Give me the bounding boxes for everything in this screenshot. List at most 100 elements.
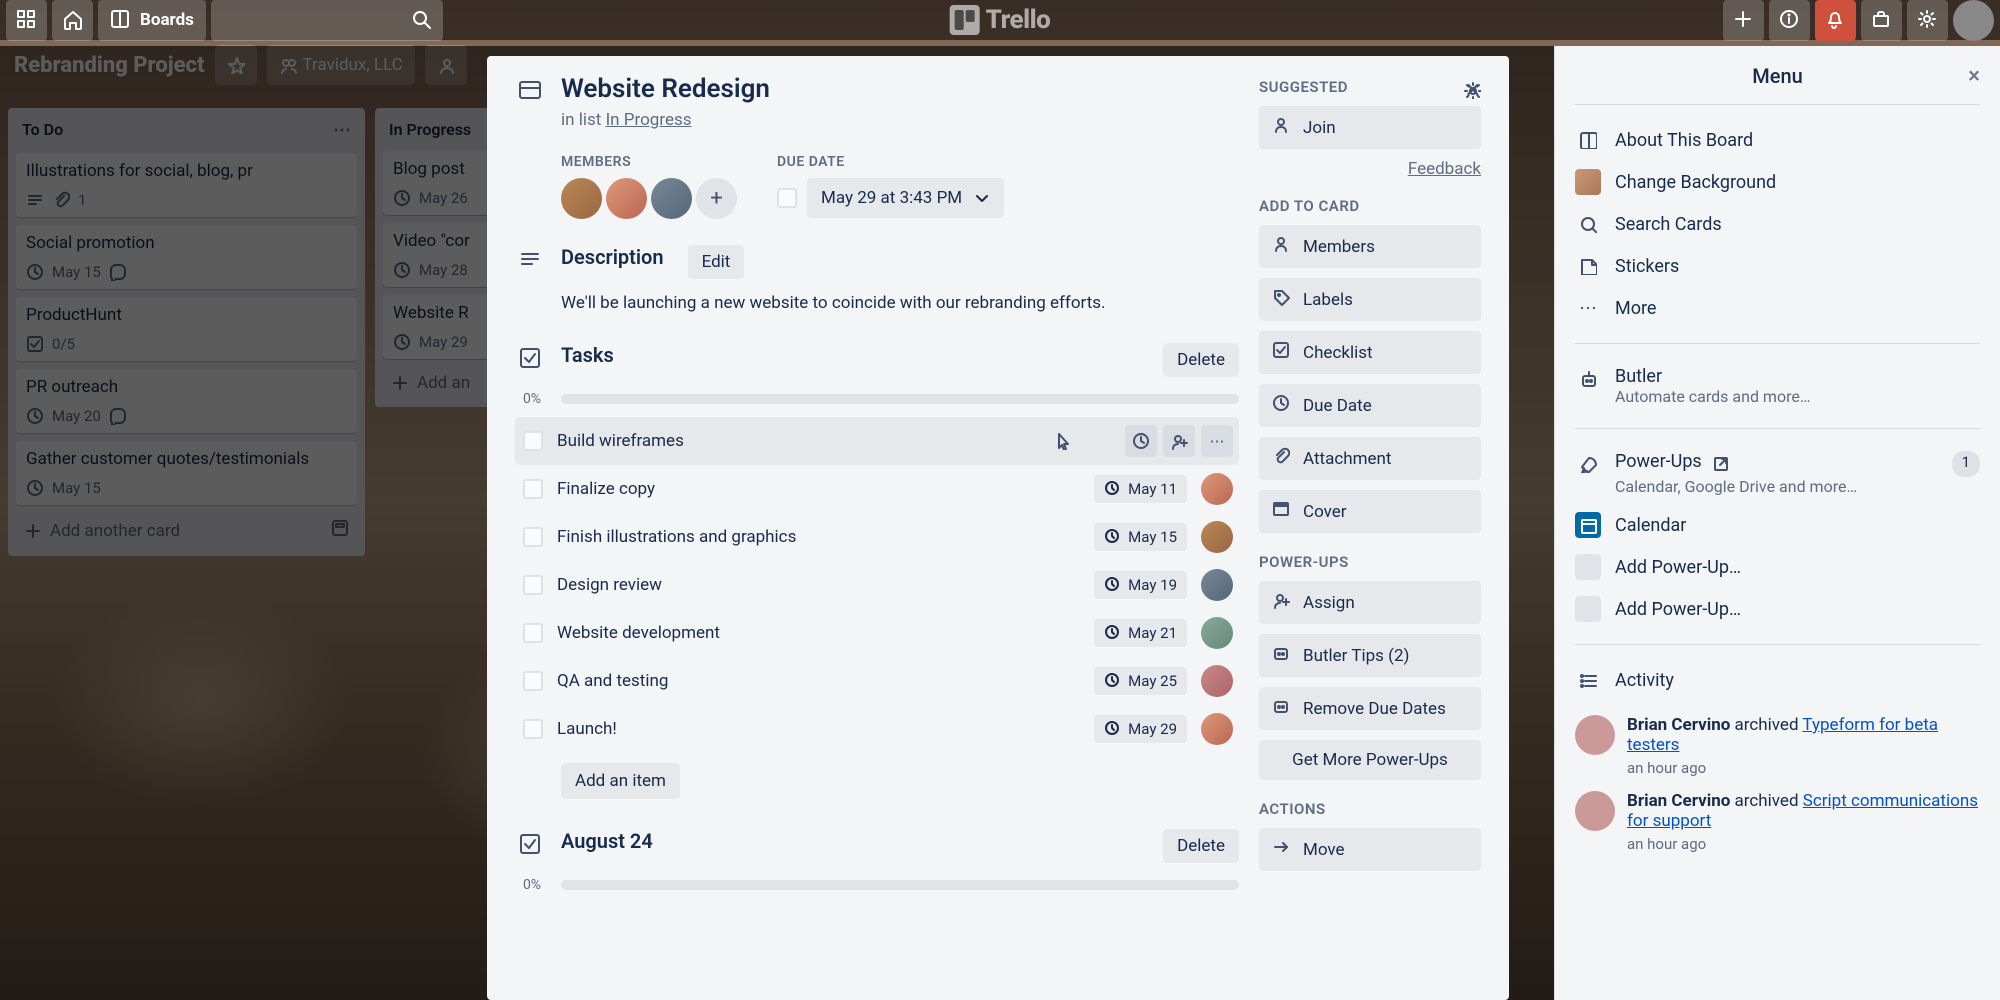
user-icon: [1271, 235, 1291, 258]
feedback-link[interactable]: Feedback: [1259, 159, 1481, 179]
gear-icon: [1917, 9, 1939, 31]
member-avatar[interactable]: [561, 178, 602, 219]
menu-calendar[interactable]: Calendar: [1575, 504, 1980, 546]
add-item-button[interactable]: Add an item: [561, 763, 680, 799]
settings-button[interactable]: [1907, 0, 1948, 41]
list-link[interactable]: In Progress: [606, 110, 692, 130]
delete-checklist-button[interactable]: Delete: [1163, 829, 1239, 863]
move-button[interactable]: Move: [1259, 828, 1481, 871]
menu-about[interactable]: About This Board: [1575, 119, 1980, 161]
add-powerup-icon: [1575, 596, 1601, 622]
checklist-item[interactable]: QA and testingMay 25: [515, 657, 1239, 705]
task-checkbox[interactable]: [523, 671, 543, 691]
task-date[interactable]: May 25: [1094, 667, 1187, 695]
task-menu-button[interactable]: ⋯: [1201, 425, 1233, 457]
menu-close-button[interactable]: ×: [1968, 64, 1980, 89]
search-icon: [1575, 211, 1601, 237]
info-button[interactable]: [1769, 0, 1810, 41]
task-checkbox[interactable]: [523, 479, 543, 499]
briefcase-icon: [1871, 9, 1893, 31]
butler-button[interactable]: [1861, 0, 1902, 41]
task-checkbox[interactable]: [523, 431, 543, 451]
menu-panel: Menu× About This Board Change Background…: [1554, 46, 2000, 1000]
get-more-powerups-button[interactable]: Get More Power-Ups: [1259, 740, 1481, 780]
description-text[interactable]: We'll be launching a new website to coin…: [561, 293, 1239, 313]
add-member-button[interactable]: +: [696, 178, 737, 219]
members-button[interactable]: Members: [1259, 225, 1481, 268]
menu-powerups[interactable]: Power-Ups1Calendar, Google Drive and mor…: [1575, 443, 1980, 504]
clock-icon: [1271, 394, 1291, 417]
labels-button[interactable]: Labels: [1259, 278, 1481, 321]
info-icon: [1779, 9, 1801, 31]
task-date[interactable]: May 29: [1094, 715, 1187, 743]
task-avatar[interactable]: [1201, 569, 1233, 601]
due-checkbox[interactable]: [777, 188, 797, 208]
checklist-item[interactable]: Finalize copyMay 11: [515, 465, 1239, 513]
progress-bar: [561, 394, 1239, 404]
card-list-location: in list In Progress: [561, 110, 1239, 130]
checklist-item[interactable]: Finish illustrations and graphicsMay 15: [515, 513, 1239, 561]
create-button[interactable]: [1723, 0, 1764, 41]
checklist-item[interactable]: Website developmentMay 21: [515, 609, 1239, 657]
due-date-button[interactable]: May 29 at 3:43 PM: [807, 178, 1004, 218]
menu-search[interactable]: Search Cards: [1575, 203, 1980, 245]
checklist-title[interactable]: Tasks: [561, 343, 614, 367]
task-avatar[interactable]: [1201, 473, 1233, 505]
checklist-item[interactable]: Launch!May 29: [515, 705, 1239, 753]
task-date[interactable]: May 15: [1094, 523, 1187, 551]
menu-more[interactable]: ⋯More: [1575, 287, 1980, 329]
notifications-button[interactable]: [1815, 0, 1856, 41]
task-date[interactable]: May 11: [1094, 475, 1187, 503]
task-avatar[interactable]: [1201, 521, 1233, 553]
bg-thumb: [1575, 169, 1601, 195]
assign-button[interactable]: Assign: [1259, 581, 1481, 624]
apps-button[interactable]: [6, 0, 47, 41]
menu-change-bg[interactable]: Change Background: [1575, 161, 1980, 203]
rocket-icon: [1575, 451, 1601, 477]
menu-activity[interactable]: Activity: [1575, 659, 1980, 701]
checklist-title[interactable]: August 24: [561, 829, 653, 853]
task-avatar[interactable]: [1201, 665, 1233, 697]
join-button[interactable]: Join: [1259, 106, 1481, 149]
task-avatar[interactable]: [1201, 713, 1233, 745]
menu-stickers[interactable]: Stickers: [1575, 245, 1980, 287]
task-assign-button[interactable]: [1163, 425, 1195, 457]
checklist-button[interactable]: Checklist: [1259, 331, 1481, 374]
checklist-item[interactable]: Design reviewMay 19: [515, 561, 1239, 609]
edit-desc-button[interactable]: Edit: [688, 245, 745, 279]
task-checkbox[interactable]: [523, 575, 543, 595]
task-checkbox[interactable]: [523, 623, 543, 643]
member-avatar[interactable]: [651, 178, 692, 219]
butler-tips-button[interactable]: Butler Tips (2): [1259, 634, 1481, 677]
home-icon: [62, 9, 84, 31]
task-checkbox[interactable]: [523, 719, 543, 739]
task-due-button[interactable]: [1125, 425, 1157, 457]
search-icon: [411, 9, 433, 31]
powerup-count: 1: [1952, 451, 1980, 477]
menu-add-powerup[interactable]: Add Power-Up…: [1575, 588, 1980, 630]
due-date-button[interactable]: Due Date: [1259, 384, 1481, 427]
boards-button[interactable]: Boards: [98, 0, 206, 41]
member-avatar[interactable]: [606, 178, 647, 219]
add-to-card-label: ADD TO CARD: [1259, 197, 1481, 215]
task-avatar[interactable]: [1201, 617, 1233, 649]
close-button[interactable]: ×: [1453, 70, 1493, 110]
delete-checklist-button[interactable]: Delete: [1163, 343, 1239, 377]
task-checkbox[interactable]: [523, 527, 543, 547]
menu-butler[interactable]: ButlerAutomate cards and more…: [1575, 358, 1980, 414]
cover-button[interactable]: Cover: [1259, 490, 1481, 533]
checklist-item[interactable]: Build wireframes ⋯: [515, 417, 1239, 465]
task-date[interactable]: May 21: [1094, 619, 1187, 647]
menu-add-powerup[interactable]: Add Power-Up…: [1575, 546, 1980, 588]
user-avatar[interactable]: [1953, 0, 1994, 41]
attach-icon: [1271, 447, 1291, 470]
home-button[interactable]: [52, 0, 93, 41]
search-input[interactable]: [211, 0, 443, 41]
remove-due-button[interactable]: Remove Due Dates: [1259, 687, 1481, 730]
attachment-button[interactable]: Attachment: [1259, 437, 1481, 480]
checklist-icon: [515, 829, 547, 857]
card-title[interactable]: Website Redesign: [561, 74, 770, 104]
add-powerup-icon: [1575, 554, 1601, 580]
card-modal: × Website Redesign in list In Progress M…: [487, 56, 1509, 1000]
task-date[interactable]: May 19: [1094, 571, 1187, 599]
